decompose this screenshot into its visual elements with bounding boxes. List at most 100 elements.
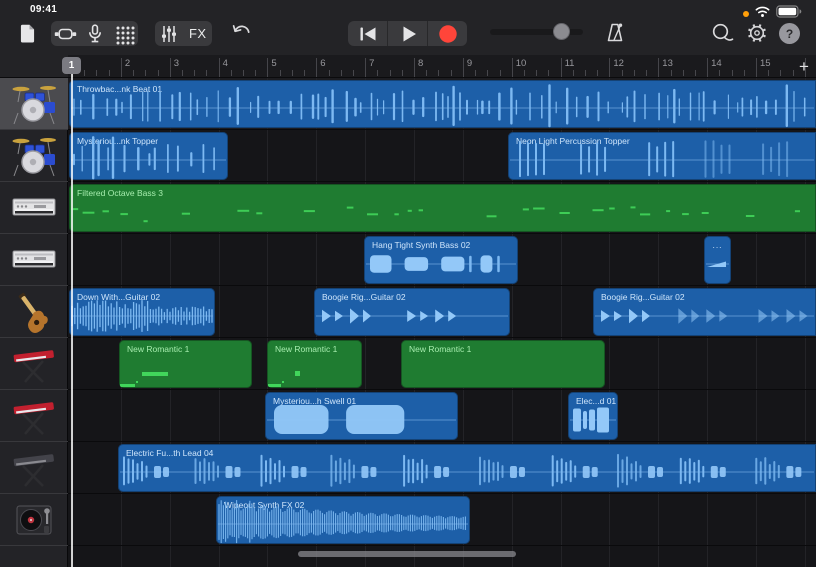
region-waveform: [69, 288, 215, 336]
region-label: Down With...Guitar 02: [77, 292, 160, 302]
region-waveform: [267, 340, 362, 388]
track-header-synth-dark[interactable]: [0, 442, 68, 494]
audio-region[interactable]: Mysteriou...h Swell 01: [265, 392, 458, 440]
loop-browser-button[interactable]: [707, 20, 737, 46]
metronome-button[interactable]: [600, 20, 630, 46]
audio-region[interactable]: Wipeout Synth FX 02: [216, 496, 470, 544]
bar-line: [707, 58, 708, 78]
track-header-guitar[interactable]: [0, 286, 68, 338]
browser-grid-button[interactable]: [109, 21, 138, 46]
midi-region[interactable]: New Romantic 1: [267, 340, 362, 388]
region-label: Neon Light Percussion Topper: [516, 136, 630, 146]
bar-line: [121, 58, 122, 78]
bar-number: 7: [369, 58, 374, 69]
bar-number: 8: [418, 58, 423, 69]
master-volume-slider[interactable]: [490, 29, 583, 35]
bar-line: [170, 58, 171, 78]
help-label: ?: [786, 27, 793, 41]
beat-tick: [158, 70, 159, 76]
region-waveform: [593, 288, 816, 336]
track-header-keys-1[interactable]: [0, 182, 68, 234]
region-waveform: [704, 236, 731, 284]
region-waveform: [69, 184, 816, 232]
beat-tick: [597, 70, 598, 76]
audio-region[interactable]: Down With...Guitar 02: [69, 288, 215, 336]
bar-number: 14: [711, 58, 722, 69]
track-header-keys-2[interactable]: [0, 234, 68, 286]
beat-tick: [280, 70, 281, 76]
audio-region[interactable]: Boogie Rig...Guitar 02: [314, 288, 510, 336]
bar-line: [219, 58, 220, 78]
beat-tick: [548, 70, 549, 76]
audio-region[interactable]: Hang Tight Synth Bass 02: [364, 236, 518, 284]
timeline-ruler[interactable]: 23456789101112131415: [68, 55, 816, 78]
region-label: Filtered Octave Bass 3: [77, 188, 163, 198]
beat-tick: [744, 70, 745, 76]
bar-number: 5: [271, 58, 276, 69]
beat-tick: [671, 70, 672, 76]
audio-region[interactable]: Mysteriou...nk Topper: [69, 132, 228, 180]
beat-tick: [500, 70, 501, 76]
beat-tick: [231, 70, 232, 76]
transport-group: [348, 21, 467, 46]
bar-number: 10: [516, 58, 527, 69]
add-bars-button[interactable]: +: [793, 56, 815, 77]
horizontal-scrollbar[interactable]: [298, 551, 516, 557]
audio-region[interactable]: Elec...d 01: [568, 392, 618, 440]
volume-knob[interactable]: [553, 23, 570, 40]
track-header-synth-red-2[interactable]: [0, 390, 68, 442]
status-time: 09:41: [30, 4, 57, 15]
track-row-divider: [68, 181, 816, 182]
beat-tick: [353, 70, 354, 76]
bar-number: 12: [613, 58, 624, 69]
toolbar: 09:41 FX ?: [0, 0, 816, 55]
track-header-drums-1[interactable]: [0, 78, 68, 130]
dark-keyboard-icon: [10, 446, 58, 490]
audio-region[interactable]: Throwbac...nk Beat 01: [69, 80, 816, 128]
fx-button[interactable]: FX: [184, 21, 213, 46]
microphone-button[interactable]: [80, 21, 109, 46]
region-waveform: [401, 340, 605, 388]
recording-indicator-dot: [743, 11, 749, 17]
documents-button[interactable]: [12, 20, 42, 46]
beat-tick: [622, 70, 623, 76]
track-header-turntable[interactable]: [0, 494, 68, 546]
region-waveform: [364, 236, 518, 284]
region-waveform: [69, 132, 228, 180]
bar-line: [365, 58, 366, 78]
track-controls-button[interactable]: [51, 21, 80, 46]
beat-tick: [206, 70, 207, 76]
region-label: New Romantic 1: [409, 344, 471, 354]
midi-region[interactable]: Filtered Octave Bass 3: [69, 184, 816, 232]
track-header-drums-2[interactable]: [0, 130, 68, 182]
electric-guitar-icon: [10, 290, 58, 334]
beat-tick: [438, 70, 439, 76]
beat-tick: [390, 70, 391, 76]
bar-line: [658, 58, 659, 78]
region-waveform: [568, 392, 618, 440]
help-button[interactable]: ?: [779, 23, 800, 44]
bar-number: 3: [174, 58, 179, 69]
play-button[interactable]: [387, 21, 427, 46]
midi-region[interactable]: New Romantic 1: [401, 340, 605, 388]
audio-region[interactable]: Boogie Rig...Guitar 02: [593, 288, 816, 336]
audio-region[interactable]: Neon Light Percussion Topper: [508, 132, 816, 180]
bar-number: 2: [125, 58, 130, 69]
red-keyboard-icon: [10, 342, 58, 386]
record-button[interactable]: [427, 21, 467, 46]
midi-region[interactable]: New Romantic 1: [119, 340, 252, 388]
track-header-synth-red-1[interactable]: [0, 338, 68, 390]
battery-icon: [776, 5, 802, 23]
mixer-fx-group: FX: [155, 21, 212, 46]
audio-region[interactable]: ...: [704, 236, 731, 284]
region-waveform: [216, 496, 470, 544]
region-waveform: [265, 392, 458, 440]
rewind-button[interactable]: [348, 21, 387, 46]
undo-button[interactable]: [226, 20, 256, 46]
audio-region[interactable]: Electric Fu...th Lead 04: [118, 444, 816, 492]
beat-tick: [341, 70, 342, 76]
settings-button[interactable]: [742, 20, 772, 46]
playhead-handle[interactable]: 1: [62, 57, 81, 74]
mixer-button[interactable]: [155, 21, 184, 46]
beat-tick: [377, 70, 378, 76]
